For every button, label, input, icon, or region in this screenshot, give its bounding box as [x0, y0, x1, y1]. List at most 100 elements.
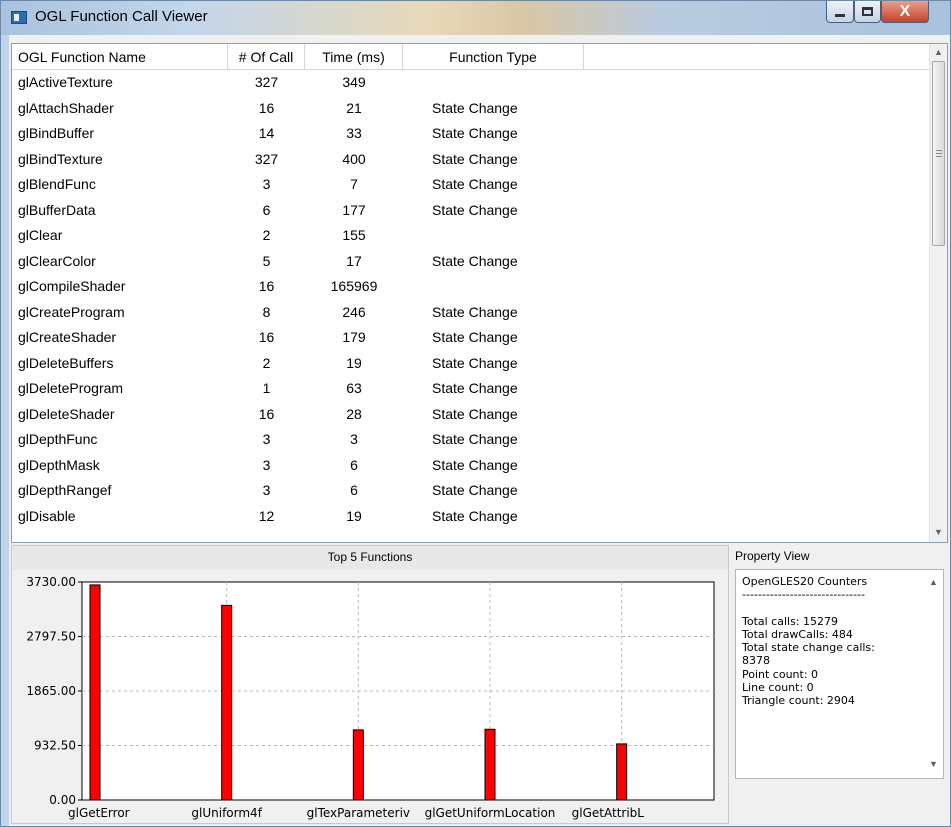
y-tick-label: 0.00 — [49, 793, 76, 807]
cell-function-type: State Change — [432, 125, 518, 141]
property-line: Line count: 0 — [742, 681, 814, 695]
cell-function-name: glCreateShader — [18, 329, 117, 345]
cell-time: 7 — [350, 176, 358, 192]
chart-title: Top 5 Functions — [12, 546, 728, 570]
cell-time: 6 — [350, 482, 358, 498]
scroll-up-icon[interactable]: ▲ — [925, 574, 942, 591]
bar-glGetUniformLocation — [484, 728, 496, 801]
cell-call-count: 14 — [258, 125, 275, 141]
y-tick-label: 932.50 — [34, 739, 76, 753]
cell-function-type: State Change — [432, 482, 518, 498]
cell-time: 28 — [346, 405, 362, 422]
cell-call-count: 5 — [262, 252, 271, 269]
table-row[interactable]: glCompileShader 16 165969 — [12, 274, 931, 300]
y-tick-label: 2797.50 — [26, 630, 76, 644]
table-row[interactable]: glDeleteShader 16 28 State Change — [12, 402, 931, 428]
scroll-down-icon[interactable]: ▼ — [925, 756, 942, 773]
grip-line — [936, 153, 942, 154]
cell-time: 165969 — [330, 278, 378, 294]
table-row[interactable]: glClearColor 5 17 State Change — [12, 249, 931, 275]
cell-function-type: State Change — [432, 354, 518, 371]
x-tick-label: glGetError — [68, 806, 130, 820]
app-window: OGL Function Call Viewer X OGL Function … — [0, 0, 951, 827]
app-icon — [11, 11, 27, 24]
header-function-name[interactable]: OGL Function Name — [12, 44, 228, 70]
cell-function-type: State Change — [432, 405, 518, 422]
cell-time: 6 — [350, 456, 358, 473]
window-title: OGL Function Call Viewer — [35, 8, 208, 25]
minimize-button[interactable] — [826, 1, 854, 23]
table-header: OGL Function Name # Of Call Time (ms) Fu… — [12, 44, 931, 70]
table-row[interactable]: glDisable 12 19 State Change — [12, 504, 931, 530]
table-row[interactable]: glDepthMask 3 6 State Change — [12, 453, 931, 479]
y-tick-label: 1865.00 — [26, 684, 76, 698]
cell-function-name: glClear — [18, 227, 63, 243]
minimize-icon — [835, 14, 845, 17]
table-row[interactable]: glDepthFunc 3 3 State Change — [12, 427, 931, 453]
cell-call-count: 16 — [258, 329, 275, 345]
maximize-button[interactable] — [854, 1, 881, 23]
cell-time: 177 — [342, 201, 366, 218]
cell-function-name: glDeleteShader — [18, 405, 115, 422]
property-line — [742, 602, 922, 615]
table-row[interactable]: glBindBuffer 14 33 State Change — [12, 121, 931, 147]
cell-time: 63 — [346, 380, 362, 396]
cell-time: 19 — [346, 354, 362, 371]
header-time[interactable]: Time (ms) — [305, 44, 403, 70]
table-row[interactable]: glDeleteBuffers 2 19 State Change — [12, 351, 931, 377]
cell-time: 400 — [342, 150, 366, 167]
cell-time: 19 — [346, 507, 362, 524]
cell-function-name: glBindTexture — [18, 150, 103, 167]
property-text-box[interactable]: OpenGLES20 Counters ---------------------… — [735, 569, 944, 779]
table-row[interactable]: glDepthRangef 3 6 State Change — [12, 478, 931, 504]
cell-function-type: State Change — [432, 176, 518, 192]
table-row[interactable]: glCreateProgram 8 246 State Change — [12, 300, 931, 326]
cell-function-type: State Change — [432, 380, 518, 396]
table-row[interactable]: glClear 2 155 — [12, 223, 931, 249]
cell-call-count: 3 — [262, 456, 271, 473]
cell-call-count: 3 — [262, 431, 271, 447]
property-scrollbar[interactable]: ▲ ▼ — [925, 570, 943, 778]
cell-time: 349 — [342, 74, 366, 90]
cell-function-name: glActiveTexture — [18, 74, 113, 90]
cell-function-type: State Change — [432, 99, 518, 116]
table-row[interactable]: glAttachShader 16 21 State Change — [12, 96, 931, 122]
cell-function-type: State Change — [432, 507, 518, 524]
cell-time: 21 — [346, 99, 362, 116]
grip-line — [936, 156, 942, 157]
y-tick-label: 3730.00 — [26, 575, 76, 589]
cell-call-count: 327 — [254, 150, 279, 167]
cell-function-name: glClearColor — [18, 252, 96, 269]
table-row[interactable]: glActiveTexture 327 349 — [12, 70, 931, 96]
table-row[interactable]: glBindTexture 327 400 State Change — [12, 147, 931, 173]
scroll-up-icon[interactable]: ▲ — [930, 44, 947, 61]
cell-function-name: glDepthRangef — [18, 482, 112, 498]
property-line: Point count: 0 — [742, 667, 819, 681]
scroll-thumb[interactable] — [932, 61, 945, 246]
table-row[interactable]: glBlendFunc 3 7 State Change — [12, 172, 931, 198]
cell-function-type: State Change — [432, 252, 518, 269]
header-call-count[interactable]: # Of Call — [228, 44, 305, 70]
table-row[interactable]: glCreateShader 16 179 State Change — [12, 325, 931, 351]
x-tick-label: glGetAttribL — [572, 806, 645, 820]
cell-function-name: glCompileShader — [18, 278, 126, 294]
cell-call-count: 3 — [262, 482, 271, 498]
cell-call-count: 16 — [258, 99, 275, 116]
table-row[interactable]: glBufferData 6 177 State Change — [12, 198, 931, 224]
table-row[interactable]: glDeleteProgram 1 63 State Change — [12, 376, 931, 402]
property-text: OpenGLES20 Counters ---------------------… — [742, 575, 922, 708]
header-function-type[interactable]: Function Type — [403, 44, 584, 70]
property-line: Total calls: 15279 — [742, 614, 839, 628]
close-button[interactable]: X — [881, 1, 929, 23]
scroll-down-icon[interactable]: ▼ — [930, 524, 947, 541]
cell-function-name: glDeleteBuffers — [18, 354, 114, 371]
cell-call-count: 16 — [258, 278, 275, 294]
cell-time: 33 — [346, 125, 362, 141]
cell-function-name: glDeleteProgram — [18, 380, 124, 396]
close-icon: X — [899, 2, 911, 20]
property-line: ------------------------------- — [742, 588, 866, 602]
table-scrollbar[interactable]: ▲ ▼ — [929, 44, 947, 542]
title-bar[interactable]: OGL Function Call Viewer X — [1, 1, 950, 35]
cell-call-count: 2 — [262, 354, 271, 371]
cell-function-type: State Change — [432, 303, 518, 320]
